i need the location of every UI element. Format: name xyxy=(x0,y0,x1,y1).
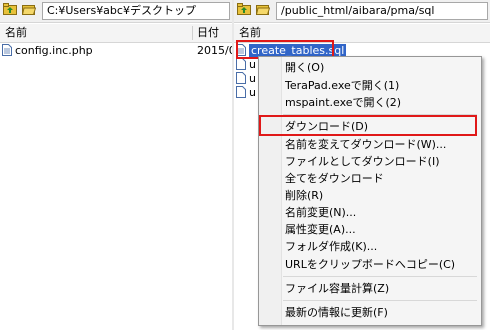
menu-item-delete[interactable]: 削除(R) xyxy=(285,188,323,204)
menu-item-open-terapad[interactable]: TeraPad.exeで開く(1) xyxy=(285,78,399,94)
menu-item-calc-size[interactable]: ファイル容量計算(Z) xyxy=(285,281,389,297)
file-icon xyxy=(236,86,246,98)
folder-up-icon[interactable] xyxy=(3,3,17,15)
column-name-header[interactable]: 名前 xyxy=(5,26,27,40)
context-menu: 開く(O) TeraPad.exeで開く(1) mspaint.exeで開く(2… xyxy=(258,56,482,326)
menu-item-download-as-file[interactable]: ファイルとしてダウンロード(I) xyxy=(285,154,440,170)
open-folder-icon[interactable] xyxy=(256,3,270,15)
file-icon xyxy=(2,44,12,56)
file-name: config.inc.php xyxy=(15,44,93,57)
remote-path-field[interactable]: /public_html/aibara/pma/sql xyxy=(276,2,488,20)
menu-item-refresh[interactable]: 最新の情報に更新(F) xyxy=(285,305,388,321)
file-name: u xyxy=(249,58,256,71)
menu-item-rename[interactable]: 名前変更(N)... xyxy=(285,205,356,221)
menu-separator xyxy=(283,276,477,277)
menu-item-create-folder[interactable]: フォルダ作成(K)... xyxy=(285,239,377,255)
file-name: u xyxy=(249,86,256,99)
file-row[interactable]: u xyxy=(236,72,256,86)
column-name-header[interactable]: 名前 xyxy=(239,26,261,40)
menu-item-download-all[interactable]: 全てをダウンロード xyxy=(285,171,384,187)
folder-up-icon[interactable] xyxy=(237,3,251,15)
menu-separator xyxy=(283,300,477,301)
menu-icon-gutter xyxy=(259,57,282,325)
local-pane: C:¥Users¥abc¥デスクトップ 名前 日付 config.inc.php… xyxy=(0,0,233,330)
local-toolbar: C:¥Users¥abc¥デスクトップ xyxy=(0,0,232,23)
file-row[interactable]: u xyxy=(236,86,256,100)
file-icon xyxy=(236,72,246,84)
remote-toolbar: /public_html/aibara/pma/sql xyxy=(234,0,490,23)
local-column-header: 名前 日付 xyxy=(0,24,232,43)
file-row[interactable]: config.inc.php 2015/0 xyxy=(2,44,232,58)
local-path-field[interactable]: C:¥Users¥abc¥デスクトップ xyxy=(42,2,230,20)
menu-item-change-attributes[interactable]: 属性変更(A)... xyxy=(285,222,356,238)
column-date-header[interactable]: 日付 xyxy=(197,26,219,40)
file-row[interactable]: u xyxy=(236,58,256,72)
open-folder-icon[interactable] xyxy=(22,3,36,15)
menu-item-open-mspaint[interactable]: mspaint.exeで開く(2) xyxy=(285,95,401,111)
menu-item-open[interactable]: 開く(O) xyxy=(285,60,324,76)
highlight-box-download xyxy=(259,115,477,136)
file-name: u xyxy=(249,72,256,85)
file-date: 2015/0 xyxy=(197,44,233,57)
menu-item-download-rename[interactable]: 名前を変えてダウンロード(W)... xyxy=(285,137,446,153)
menu-item-copy-url[interactable]: URLをクリップボードへコピー(C) xyxy=(285,257,455,273)
file-icon xyxy=(236,58,246,70)
